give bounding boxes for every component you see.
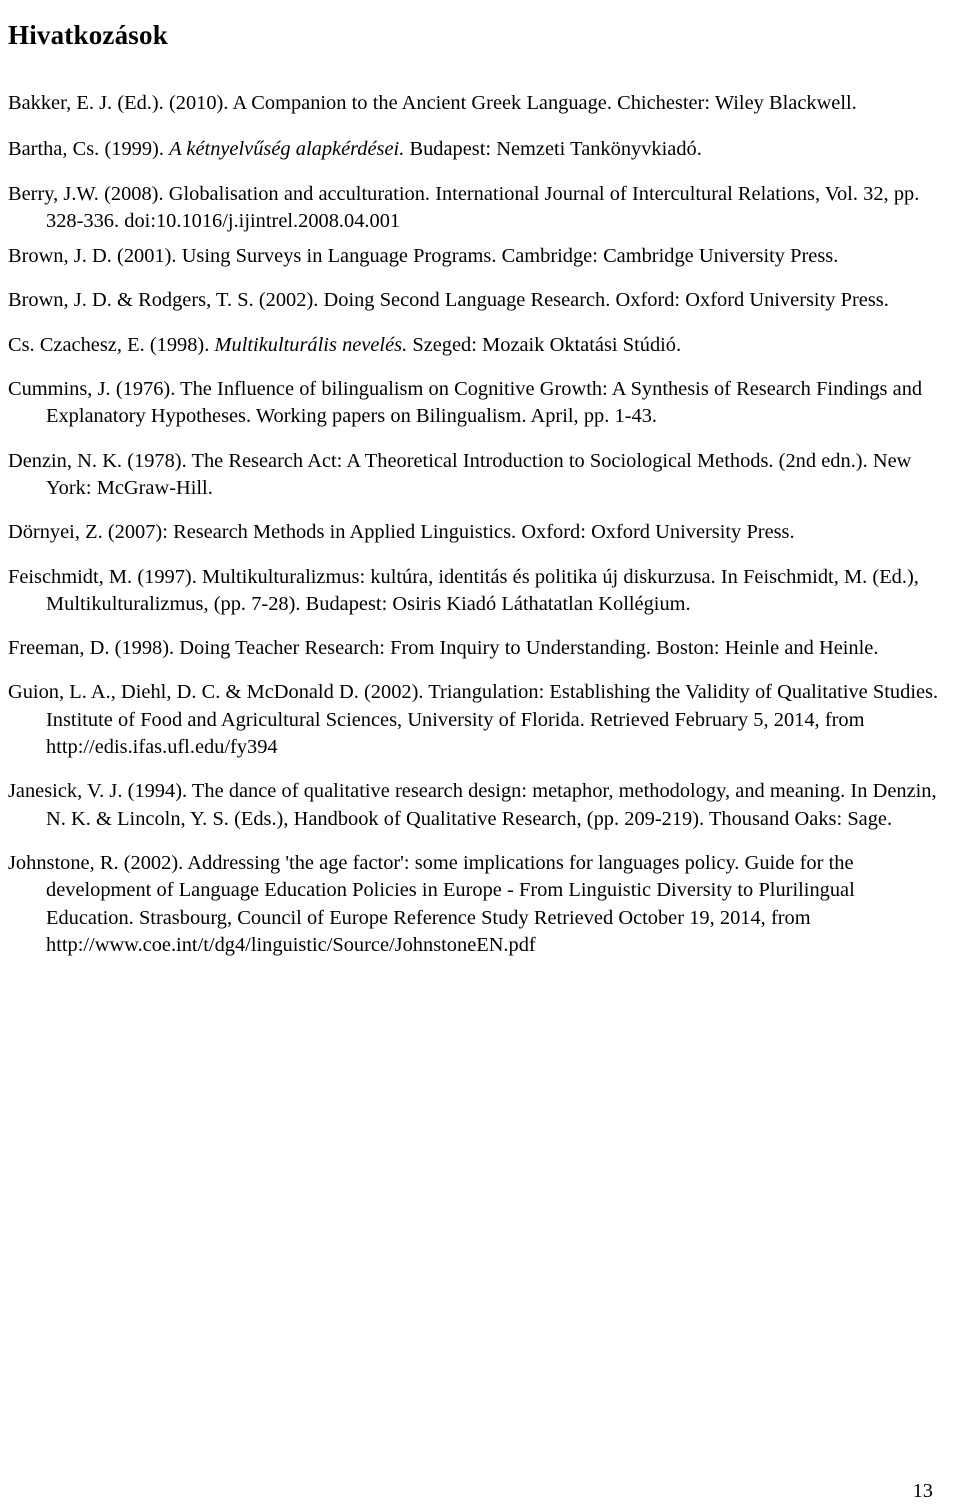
reference-text: Bakker, E. J. (Ed.). (2010). A Companion… — [8, 92, 857, 114]
reference-entry: Dörnyei, Z. (2007): Research Methods in … — [8, 519, 944, 546]
reference-entry: Janesick, V. J. (1994). The dance of qua… — [8, 778, 944, 833]
reference-entry: Bakker, E. J. (Ed.). (2010). A Companion… — [8, 90, 944, 117]
reference-title-italic: Multikulturális nevelés. — [214, 333, 408, 356]
reference-text: Dörnyei, Z. (2007): Research Methods in … — [8, 521, 795, 544]
reference-text: Budapest: Nemzeti Tankönyvkiadó. — [404, 138, 702, 161]
reference-text: Brown, J. D. (2001). Using Surveys in La… — [8, 245, 839, 268]
reference-title-italic: A kétnyelvűség alapkérdései. — [169, 138, 405, 161]
reference-text: Szeged: Mozaik Oktatási Stúdió. — [407, 333, 682, 356]
reference-entry: Cummins, J. (1976). The Influence of bil… — [8, 376, 944, 431]
reference-text: Bartha, Cs. (1999). — [8, 138, 170, 161]
reference-entry: Denzin, N. K. (1978). The Research Act: … — [8, 448, 944, 503]
reference-text: Berry, J.W. (2008). Globalisation and ac… — [8, 182, 920, 232]
page-title: Hivatkozások — [8, 20, 168, 51]
reference-text: Janesick, V. J. (1994). The dance of qua… — [8, 780, 937, 830]
reference-entry: Guion, L. A., Diehl, D. C. & McDonald D.… — [8, 679, 944, 761]
reference-entry: Berry, J.W. (2008). Globalisation and ac… — [8, 181, 944, 236]
reference-text: Johnstone, R. (2002). Addressing 'the ag… — [8, 851, 855, 956]
reference-entry: Cs. Czachesz, E. (1998). Multikulturális… — [8, 332, 944, 359]
reference-entry: Brown, J. D. (2001). Using Surveys in La… — [8, 243, 944, 270]
reference-entry: Feischmidt, M. (1997). Multikulturalizmu… — [8, 564, 944, 619]
reference-text: Cs. Czachesz, E. (1998). — [8, 333, 215, 356]
reference-text: Freeman, D. (1998). Doing Teacher Resear… — [8, 637, 879, 660]
reference-entry: Freeman, D. (1998). Doing Teacher Resear… — [8, 635, 944, 662]
page-number: 13 — [912, 1480, 933, 1502]
document-page: Hivatkozások Bakker, E. J. (Ed.). (2010)… — [0, 0, 960, 1509]
reference-text: Guion, L. A., Diehl, D. C. & McDonald D.… — [8, 681, 939, 759]
reference-text: Cummins, J. (1976). The Influence of bil… — [8, 378, 923, 428]
reference-text: Brown, J. D. & Rodgers, T. S. (2002). Do… — [8, 289, 889, 312]
reference-text: Denzin, N. K. (1978). The Research Act: … — [8, 449, 912, 499]
reference-entry: Johnstone, R. (2002). Addressing 'the ag… — [8, 850, 944, 959]
reference-entry: Bartha, Cs. (1999). A kétnyelvűség alapk… — [8, 136, 944, 163]
reference-entry: Brown, J. D. & Rodgers, T. S. (2002). Do… — [8, 287, 944, 314]
reference-list: Bakker, E. J. (Ed.). (2010). A Companion… — [8, 90, 944, 959]
reference-text: Feischmidt, M. (1997). Multikulturalizmu… — [8, 565, 919, 615]
